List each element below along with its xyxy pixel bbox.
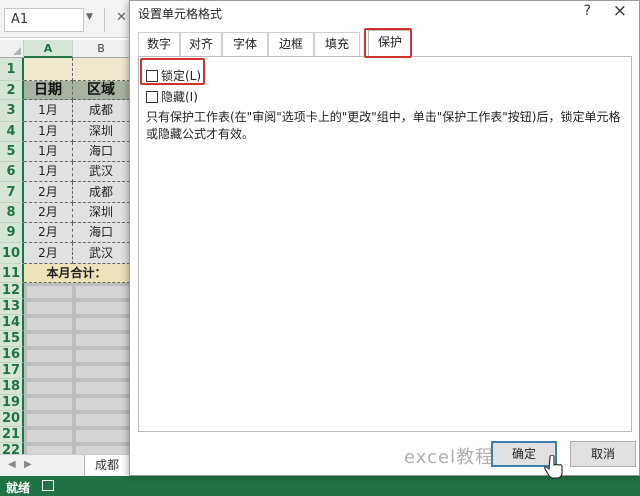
status-bar: 就绪 [0,476,640,496]
protection-description: 只有保护工作表(在"审阅"选项卡上的"更改"组中，单击"保护工作表"按钮)后，锁… [146,110,621,141]
name-box[interactable]: A1 [4,8,84,32]
name-box-dropdown-icon[interactable]: ▼ [86,12,93,22]
row-header[interactable]: 4 [0,122,24,142]
row-header[interactable]: 21 [0,427,24,443]
table-cell[interactable]: 成都 [73,100,130,122]
table-cell[interactable]: 2月 [24,223,73,243]
table-cell[interactable] [73,363,130,379]
row-header[interactable]: 11 [0,264,24,283]
table-cell[interactable]: 日期 [24,81,73,100]
table-cell[interactable] [73,299,130,315]
table-cell[interactable]: 2月 [24,203,73,223]
table-cell[interactable] [73,58,130,81]
table-cell[interactable]: 1月 [24,122,73,142]
close-button[interactable]: × [613,1,627,21]
table-cell[interactable]: 1月 [24,142,73,162]
macro-record-icon[interactable] [42,480,54,491]
hidden-checkbox[interactable] [146,91,158,103]
cancel-entry-icon[interactable]: ✕ [116,10,127,25]
locked-label: 锁定(L) [161,69,202,83]
table-cell[interactable] [24,411,73,427]
row-header[interactable]: 5 [0,142,24,162]
formula-bar-divider [104,8,105,32]
table-cell[interactable] [24,283,73,299]
table-cell[interactable] [24,363,73,379]
table-cell[interactable] [24,395,73,411]
select-all-corner[interactable] [0,40,24,58]
table-cell[interactable]: 武汉 [73,243,130,264]
table-cell[interactable] [73,395,130,411]
table-cell[interactable] [24,379,73,395]
column-header-a[interactable]: A [24,40,73,58]
table-cell[interactable] [73,347,130,363]
table-cell[interactable]: 海口 [73,142,130,162]
row-header[interactable]: 9 [0,223,24,243]
row-header[interactable]: 16 [0,347,24,363]
row-header[interactable]: 17 [0,363,24,379]
table-cell[interactable] [24,58,73,81]
protection-tab-highlight [364,28,412,58]
row-header[interactable]: 10 [0,243,24,264]
row-header[interactable]: 8 [0,203,24,223]
table-cell[interactable]: 2月 [24,243,73,264]
help-button[interactable]: ? [584,3,591,19]
table-cell[interactable] [24,315,73,331]
table-cell[interactable]: 海口 [73,223,130,243]
table-cell[interactable] [73,331,130,347]
table-cell[interactable]: 1月 [24,162,73,182]
cancel-button[interactable]: 取消 [570,441,636,467]
dialog-title: 设置单元格格式 [138,7,223,21]
table-cell[interactable]: 区域 [73,81,130,100]
row-header[interactable]: 2 [0,81,24,100]
total-row-cell[interactable]: 本月合计： [24,264,130,283]
locked-checkbox[interactable] [146,70,158,82]
hand-cursor-icon [544,455,563,479]
table-cell[interactable]: 深圳 [73,122,130,142]
sheet-next-icon[interactable]: ▶ [24,459,32,470]
table-cell[interactable]: 深圳 [73,203,130,223]
tab-fill[interactable]: 填充 [314,32,360,56]
table-cell[interactable]: 成都 [73,182,130,203]
table-cell[interactable] [73,379,130,395]
row-header[interactable]: 19 [0,395,24,411]
row-header[interactable]: 12 [0,283,24,299]
tab-font[interactable]: 字体 [222,32,268,56]
table-cell[interactable]: 1月 [24,100,73,122]
table-cell[interactable] [24,427,73,443]
sheet-prev-icon[interactable]: ◀ [8,459,16,470]
row-header[interactable]: 6 [0,162,24,182]
table-cell[interactable] [73,315,130,331]
protection-panel: 锁定(L) 隐藏(I) 只有保护工作表(在"审阅"选项卡上的"更改"组中，单击"… [138,56,632,432]
row-header[interactable]: 18 [0,379,24,395]
tab-border[interactable]: 边框 [268,32,314,56]
row-header[interactable]: 20 [0,411,24,427]
row-header[interactable]: 14 [0,315,24,331]
locked-option[interactable]: 锁定(L) [146,67,201,84]
table-cell[interactable] [24,331,73,347]
table-cell[interactable] [24,299,73,315]
status-ready: 就绪 [6,481,31,495]
table-cell[interactable]: 2月 [24,182,73,203]
table-cell[interactable] [73,411,130,427]
table-cell[interactable] [73,283,130,299]
hidden-option[interactable]: 隐藏(I) [146,88,198,105]
watermark: excel教程 [404,447,495,468]
table-cell[interactable] [73,427,130,443]
row-header[interactable]: 1 [0,58,24,81]
row-header[interactable]: 3 [0,100,24,122]
table-cell[interactable]: 武汉 [73,162,130,182]
row-header[interactable]: 7 [0,182,24,203]
column-header-b[interactable]: B [73,40,130,58]
hidden-label: 隐藏(I) [161,90,198,104]
row-header[interactable]: 13 [0,299,24,315]
tab-alignment[interactable]: 对齐 [180,32,222,56]
row-header[interactable]: 15 [0,331,24,347]
table-cell[interactable] [24,347,73,363]
tab-number[interactable]: 数字 [138,32,180,56]
format-cells-dialog: 设置单元格格式 ? × 数字 对齐 字体 边框 填充 保护 锁定(L) 隐藏(I… [129,0,640,479]
sheet-tab-chengdu[interactable]: 成都 [84,455,130,477]
